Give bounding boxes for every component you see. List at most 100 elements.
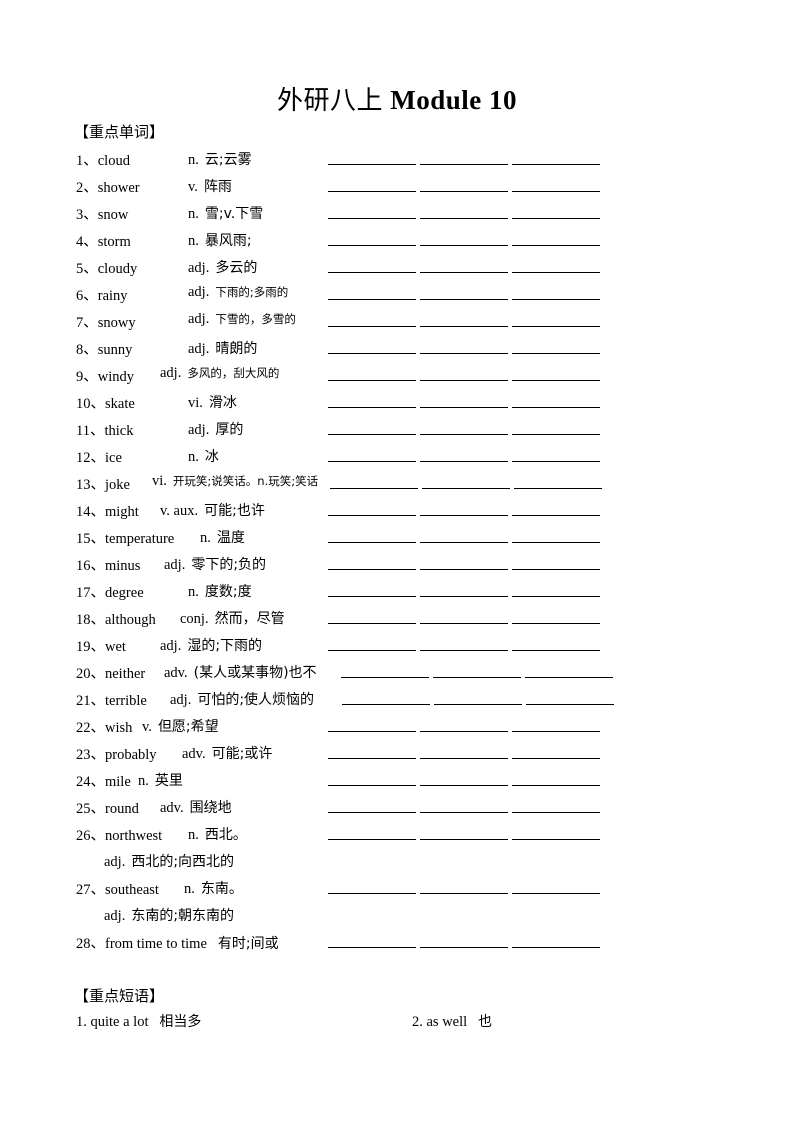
answer-blank[interactable] <box>512 407 600 408</box>
answer-blank[interactable] <box>434 704 522 705</box>
word-english: although <box>105 612 156 628</box>
answer-blank[interactable] <box>512 461 600 462</box>
answer-blank[interactable] <box>512 299 600 300</box>
answer-blank[interactable] <box>328 299 416 300</box>
answer-blank[interactable] <box>512 434 600 435</box>
answer-blank[interactable] <box>512 758 600 759</box>
answer-blank[interactable] <box>341 677 429 678</box>
answer-blank[interactable] <box>328 326 416 327</box>
answer-blank[interactable] <box>328 434 416 435</box>
answer-blank[interactable] <box>420 596 508 597</box>
answer-blank[interactable] <box>512 893 600 894</box>
answer-blank[interactable] <box>420 542 508 543</box>
answer-blank[interactable] <box>420 299 508 300</box>
word-number: 16、 <box>76 558 105 574</box>
answer-blank[interactable] <box>422 488 510 489</box>
answer-blank[interactable] <box>420 812 508 813</box>
answer-blank[interactable] <box>512 839 600 840</box>
word-number: 23、 <box>76 747 105 763</box>
part-of-speech: n. <box>138 773 149 789</box>
answer-blank[interactable] <box>420 947 508 948</box>
answer-blank[interactable] <box>328 947 416 948</box>
answer-blank[interactable] <box>420 623 508 624</box>
answer-blank[interactable] <box>328 191 416 192</box>
answer-blank[interactable] <box>328 893 416 894</box>
word-row: 8、sunny adj. 晴朗的 <box>76 338 257 358</box>
answer-blank[interactable] <box>330 488 418 489</box>
answer-blank[interactable] <box>420 758 508 759</box>
answer-blank[interactable] <box>420 380 508 381</box>
answer-blank[interactable] <box>328 758 416 759</box>
answer-blank[interactable] <box>512 353 600 354</box>
answer-blank[interactable] <box>420 650 508 651</box>
answer-blank[interactable] <box>512 569 600 570</box>
answer-blank[interactable] <box>512 947 600 948</box>
answer-blank[interactable] <box>328 515 416 516</box>
answer-blank[interactable] <box>328 272 416 273</box>
word-number: 14、 <box>76 504 105 520</box>
word-meaning: 围绕地 <box>189 800 232 816</box>
answer-blank[interactable] <box>328 353 416 354</box>
answer-blank[interactable] <box>328 731 416 732</box>
word-english: northwest <box>105 828 163 844</box>
answer-blank[interactable] <box>512 731 600 732</box>
answer-blank[interactable] <box>512 596 600 597</box>
answer-blank[interactable] <box>512 272 600 273</box>
answer-blank[interactable] <box>420 326 508 327</box>
answer-blank[interactable] <box>328 839 416 840</box>
word-meaning: 湿的;下雨的 <box>187 638 263 654</box>
answer-blank[interactable] <box>420 353 508 354</box>
word-english: shower <box>97 180 140 196</box>
answer-blank[interactable] <box>328 596 416 597</box>
answer-blank[interactable] <box>328 218 416 219</box>
answer-blank[interactable] <box>420 245 508 246</box>
answer-blank[interactable] <box>526 704 614 705</box>
answer-blank[interactable] <box>512 650 600 651</box>
answer-blank[interactable] <box>420 569 508 570</box>
answer-blank[interactable] <box>420 785 508 786</box>
answer-blank[interactable] <box>420 272 508 273</box>
answer-blank[interactable] <box>433 677 521 678</box>
answer-blank[interactable] <box>328 812 416 813</box>
answer-blank[interactable] <box>512 245 600 246</box>
answer-blank[interactable] <box>328 650 416 651</box>
answer-blank[interactable] <box>420 893 508 894</box>
answer-blank[interactable] <box>328 569 416 570</box>
answer-blank[interactable] <box>420 731 508 732</box>
answer-blank[interactable] <box>420 218 508 219</box>
answer-blank[interactable] <box>328 245 416 246</box>
word-meaning: 有时;间或 <box>217 936 279 952</box>
answer-blank[interactable] <box>514 488 602 489</box>
answer-blank[interactable] <box>512 623 600 624</box>
answer-blank[interactable] <box>420 407 508 408</box>
answer-blank[interactable] <box>328 623 416 624</box>
answer-blank[interactable] <box>342 704 430 705</box>
answer-blank[interactable] <box>328 542 416 543</box>
answer-blank[interactable] <box>328 380 416 381</box>
word-row: 1、cloud n. 云;云雾 <box>76 149 252 169</box>
answer-blank[interactable] <box>328 785 416 786</box>
answer-blank[interactable] <box>512 542 600 543</box>
answer-blank[interactable] <box>328 407 416 408</box>
answer-blank[interactable] <box>512 218 600 219</box>
answer-blank[interactable] <box>420 191 508 192</box>
answer-blank[interactable] <box>328 164 416 165</box>
word-row: 23、probably adv. 可能;或许 <box>76 743 272 763</box>
answer-blank[interactable] <box>420 839 508 840</box>
answer-blank[interactable] <box>512 785 600 786</box>
answer-blank[interactable] <box>328 461 416 462</box>
answer-blank[interactable] <box>420 434 508 435</box>
answer-blank[interactable] <box>512 191 600 192</box>
answer-blank[interactable] <box>525 677 613 678</box>
word-meaning: 下雪的，多雪的 <box>215 312 296 326</box>
answer-blank[interactable] <box>512 812 600 813</box>
answer-blank[interactable] <box>512 515 600 516</box>
answer-blank[interactable] <box>420 461 508 462</box>
answer-blank[interactable] <box>512 326 600 327</box>
answer-blank[interactable] <box>512 164 600 165</box>
answer-blank[interactable] <box>420 164 508 165</box>
word-row: 3、snow n. 雪;v.下雪 <box>76 203 263 223</box>
answer-blank[interactable] <box>420 515 508 516</box>
answer-blank[interactable] <box>512 380 600 381</box>
word-number: 1、 <box>76 153 98 169</box>
